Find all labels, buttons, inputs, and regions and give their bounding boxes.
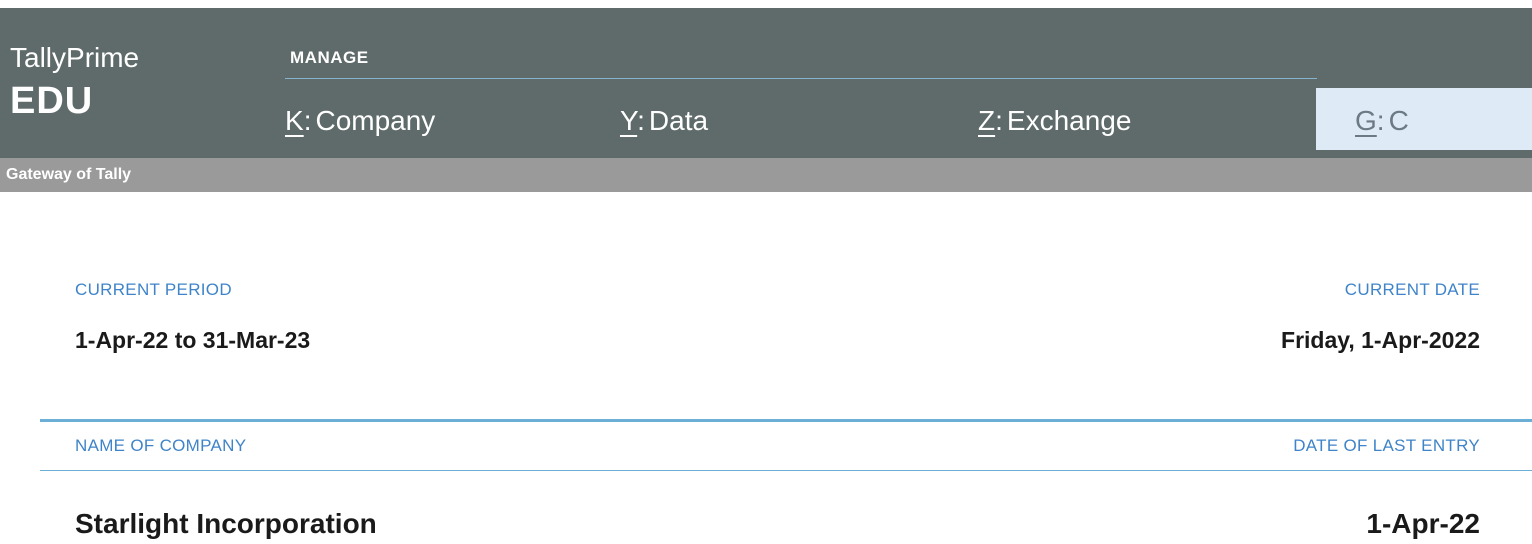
menu-data-label: Data (648, 105, 709, 136)
table-top-separator (40, 419, 1532, 422)
table-header-separator (40, 470, 1532, 471)
app-edition: EDU (10, 80, 94, 122)
gateway-key: G (1355, 105, 1377, 136)
breadcrumb: Gateway of Tally (6, 166, 132, 183)
current-period-value[interactable]: 1-Apr-22 to 31-Mar-23 (75, 327, 310, 354)
menu-company-key: K (285, 105, 304, 136)
company-name-header: NAME OF COMPANY (75, 436, 247, 455)
last-entry-header: DATE OF LAST ENTRY (1293, 436, 1480, 455)
menu-company-button[interactable]: K: Company (285, 105, 435, 137)
breadcrumb-bar (0, 158, 1532, 192)
menu-data-key: Y (620, 105, 638, 136)
company-name[interactable]: Starlight Incorporation (75, 508, 377, 540)
app-name: TallyPrime (10, 42, 140, 73)
current-date-label: CURRENT DATE (1344, 280, 1480, 299)
top-strip (0, 0, 1532, 8)
gateway-label: C (1388, 105, 1409, 136)
company-last-entry: 1-Apr-22 (1366, 508, 1480, 539)
menu-exchange-label: Exchange (1006, 105, 1132, 136)
menu-data-button[interactable]: Y: Data (620, 105, 708, 137)
current-date-value[interactable]: Friday, 1-Apr-2022 (1281, 327, 1480, 354)
menu-exchange-key: Z (978, 105, 996, 136)
app-header (0, 8, 1532, 158)
gateway-button-label[interactable]: G: C (1355, 105, 1409, 137)
menu-company-label: Company (315, 105, 436, 136)
menu-exchange-button[interactable]: Z: Exchange (978, 105, 1131, 137)
gateway-button[interactable] (1316, 88, 1532, 150)
current-period-label: CURRENT PERIOD (75, 280, 232, 299)
menu-section-label: MANAGE (290, 48, 369, 67)
menu-divider (285, 78, 1317, 79)
